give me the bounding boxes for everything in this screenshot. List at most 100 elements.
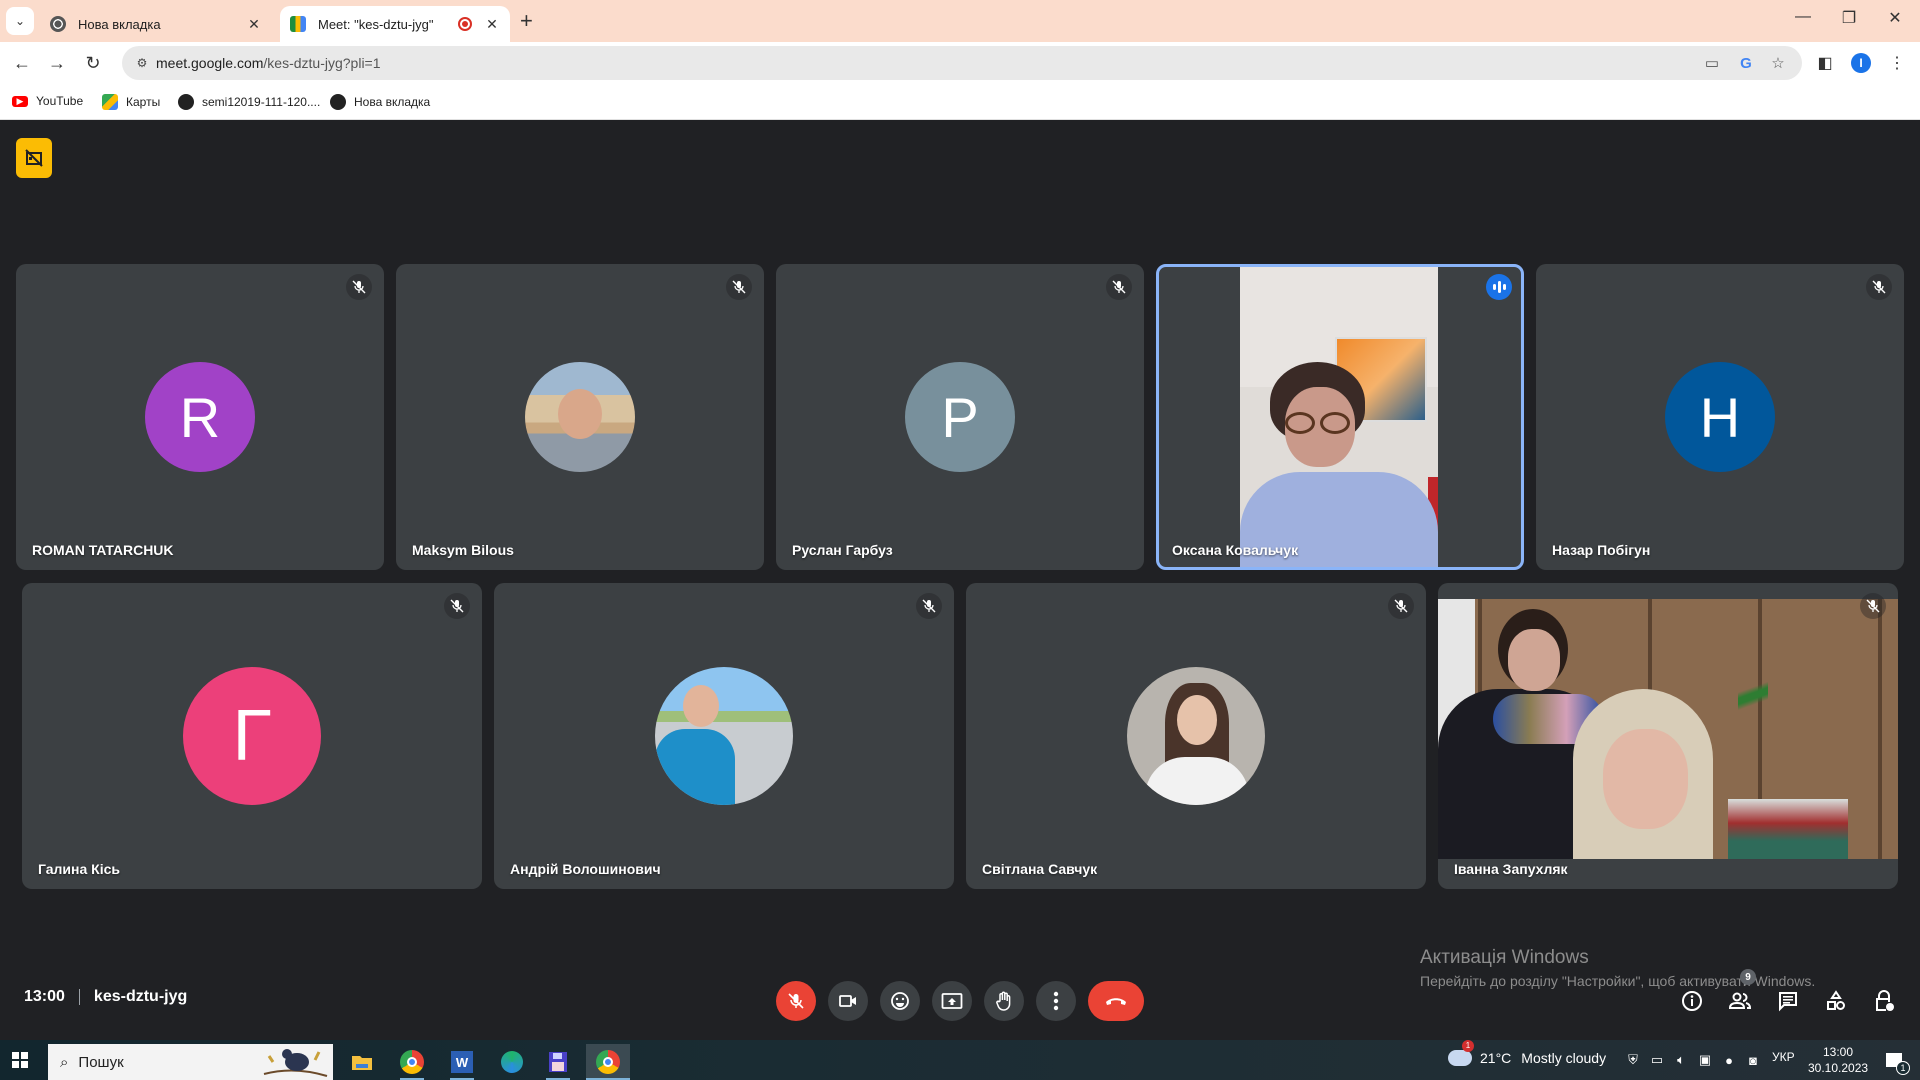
reactions-button[interactable] <box>880 981 920 1021</box>
recording-icon <box>458 17 472 31</box>
new-tab-button[interactable]: + <box>520 8 533 34</box>
participant-tile[interactable]: Іванна Запухляк <box>1438 583 1898 889</box>
muted-mic-icon <box>1860 593 1886 619</box>
input-language-indicator[interactable]: УКР <box>1772 1050 1795 1064</box>
bookmark-maps[interactable]: Карты <box>102 94 160 110</box>
camera-toggle-button[interactable] <box>828 981 868 1021</box>
profile-avatar[interactable]: I <box>1850 52 1872 74</box>
participant-tile[interactable]: Maksym Bilous <box>396 264 764 570</box>
notification-center-icon[interactable]: 1 <box>1882 1051 1910 1075</box>
activities-button[interactable] <box>1822 987 1850 1015</box>
taskbar-edge-beta[interactable] <box>490 1044 534 1080</box>
participant-tile[interactable]: Г Галина Кісь <box>22 583 482 889</box>
weather-widget[interactable]: 1 21°C Mostly cloudy <box>1448 1040 1606 1066</box>
meeting-code: kes-dztu-jyg <box>93 988 188 1005</box>
restore-icon[interactable]: ❐ <box>1826 8 1872 28</box>
menu-kebab-icon[interactable]: ⋮ <box>1886 52 1908 74</box>
present-to-all-icon <box>941 993 963 1009</box>
taskbar-chrome-profile-i[interactable] <box>586 1044 630 1080</box>
mic-toggle-button[interactable] <box>776 981 816 1021</box>
more-options-button[interactable] <box>1036 981 1076 1021</box>
youtube-icon: ▶ <box>12 95 28 107</box>
taskbar-word[interactable]: W <box>440 1044 484 1080</box>
people-button[interactable] <box>1726 987 1754 1015</box>
bookmark-youtube[interactable]: ▶ YouTube <box>12 94 83 108</box>
participant-tile-active-speaker[interactable]: Оксана Ковальчук <box>1156 264 1524 570</box>
tab-title: Meet: "kes-dztu-jyg" <box>318 16 434 32</box>
present-screen-button[interactable] <box>932 981 972 1021</box>
close-tab-icon[interactable]: ✕ <box>244 16 264 33</box>
activation-title: Активація Windows <box>1420 947 1589 968</box>
bookmark-label: YouTube <box>36 94 84 108</box>
site-settings-icon[interactable]: ⚙ <box>130 51 154 75</box>
google-lens-icon[interactable]: G <box>1736 53 1756 73</box>
chevron-down-icon: ⌄ <box>14 14 26 28</box>
taskbar-save-app[interactable] <box>536 1044 580 1080</box>
language-label: УКР <box>1772 1050 1795 1064</box>
bookmark-semi[interactable]: semi12019-111-120.... <box>178 94 320 110</box>
participant-tile[interactable]: Світлана Савчук <box>966 583 1426 889</box>
host-controls-button[interactable] <box>1870 987 1898 1015</box>
avatar-photo <box>655 667 793 805</box>
weather-temp: 21°C <box>1480 1050 1512 1066</box>
cabinet-line <box>1878 599 1882 859</box>
sweater-shape <box>1145 757 1249 805</box>
shirt-shape <box>655 729 735 805</box>
taskbar-file-explorer[interactable] <box>340 1044 384 1080</box>
network-icon[interactable]: ▭ <box>1648 1051 1666 1069</box>
participant-name: Андрій Волошинович <box>510 861 661 877</box>
screen-share-tray-icon[interactable]: ▣ <box>1696 1051 1714 1069</box>
leave-call-button[interactable] <box>1088 981 1144 1021</box>
reload-icon[interactable]: ↻ <box>80 50 106 76</box>
camera-in-use-icon[interactable]: ▭ <box>1702 53 1722 73</box>
muted-mic-icon <box>346 274 372 300</box>
recording-indicator[interactable] <box>16 138 52 178</box>
raise-hand-button[interactable] <box>984 981 1024 1021</box>
participant-tile[interactable]: Р Руслан Гарбуз <box>776 264 1144 570</box>
forward-icon[interactable]: → <box>44 50 70 76</box>
search-placeholder: Пошук <box>78 1053 124 1071</box>
windows-start-button[interactable] <box>12 1052 28 1068</box>
chrome-icon <box>400 1050 424 1074</box>
participant-tile[interactable]: R ROMAN TATARCHUK <box>16 264 384 570</box>
url-text[interactable]: meet.google.com/kes-dztu-jyg?pli=1 <box>156 55 381 71</box>
muted-mic-icon <box>1866 274 1892 300</box>
participant-tile[interactable]: Н Назар Побігун <box>1536 264 1904 570</box>
tab-meet[interactable]: Meet: "kes-dztu-jyg" ✕ <box>280 6 510 42</box>
camera-in-use-tray-icon[interactable]: ◙ <box>1744 1051 1762 1069</box>
participant-name: Руслан Гарбуз <box>792 542 893 558</box>
taskbar-search[interactable]: ⌕ Пошук <box>48 1044 333 1080</box>
avatar: Г <box>183 667 321 805</box>
participant-name: Галина Кісь <box>38 861 120 877</box>
bookmark-new-tab[interactable]: Нова вкладка <box>330 94 430 110</box>
address-bar[interactable]: ⚙ meet.google.com/kes-dztu-jyg?pli=1 ▭ G… <box>122 46 1802 80</box>
security-shield-icon[interactable]: ⛨ <box>1624 1051 1642 1069</box>
close-window-icon[interactable]: ✕ <box>1872 8 1918 28</box>
notification-count: 1 <box>1896 1061 1910 1075</box>
chat-button[interactable] <box>1774 987 1802 1015</box>
volume-icon[interactable]: 🔈︎ <box>1672 1051 1690 1069</box>
meeting-details-button[interactable] <box>1678 987 1706 1015</box>
muted-mic-icon <box>916 593 942 619</box>
minimize-icon[interactable]: — <box>1780 8 1826 26</box>
word-icon: W <box>451 1051 473 1073</box>
bookmark-label: semi12019-111-120.... <box>202 95 321 109</box>
participant-tile[interactable]: Андрій Волошинович <box>494 583 954 889</box>
participant-name: ROMAN TATARCHUK <box>32 542 174 558</box>
tab-new-tab[interactable]: Нова вкладка ✕ <box>40 6 272 42</box>
taskbar-clock[interactable]: 13:00 30.10.2023 <box>1808 1044 1868 1076</box>
participant-name: Maksym Bilous <box>412 542 514 558</box>
chrome-icon <box>50 16 66 32</box>
close-tab-icon[interactable]: ✕ <box>482 16 502 33</box>
shelf-folders <box>1728 799 1848 859</box>
divider <box>78 989 80 1005</box>
microphone-in-use-icon[interactable]: ● <box>1720 1051 1738 1069</box>
tab-search-button[interactable]: ⌄ <box>6 7 34 35</box>
glasses-left <box>1285 412 1315 434</box>
search-highlight-crow-icon <box>263 1049 328 1077</box>
back-icon[interactable]: ← <box>9 50 35 76</box>
side-panel-icon[interactable]: ◧ <box>1814 52 1836 74</box>
videocam-icon <box>839 995 856 1007</box>
bookmark-star-icon[interactable]: ☆ <box>1768 53 1788 73</box>
taskbar-chrome-profile-k[interactable] <box>390 1044 434 1080</box>
